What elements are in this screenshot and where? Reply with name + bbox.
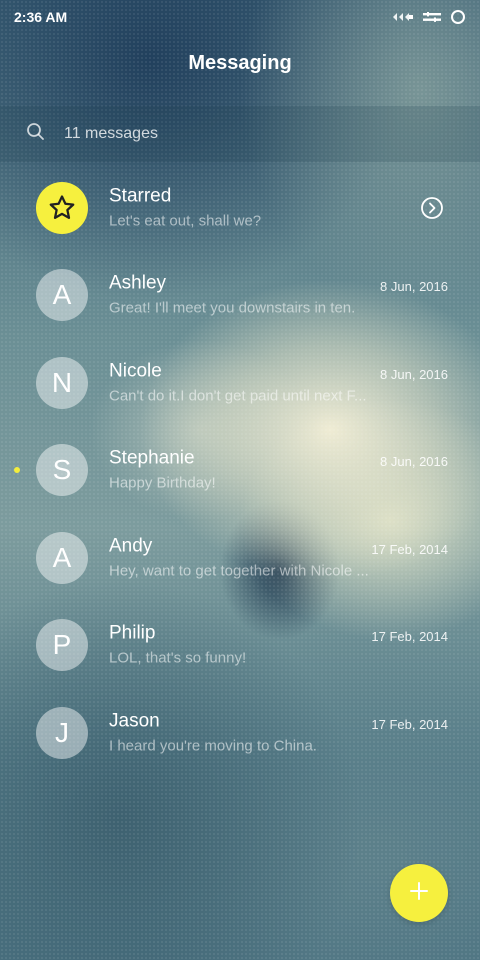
list-item-starred[interactable]: Starred Let's eat out, shall we? <box>0 164 480 252</box>
row-snippet: LOL, that's so funny! <box>109 649 247 667</box>
conversation-list: Starred Let's eat out, shall we? A Ashle… <box>0 164 480 777</box>
row-date: 8 Jun, 2016 <box>380 279 448 295</box>
avatar: P <box>36 619 88 672</box>
row-date: 17 Feb, 2014 <box>371 716 448 732</box>
list-item[interactable]: A Andy Hey, want to get together with Ni… <box>0 514 480 602</box>
list-item[interactable]: S Stephanie Happy Birthday! 8 Jun, 2016 <box>0 427 480 515</box>
new-message-button[interactable] <box>390 864 448 922</box>
star-icon <box>36 181 88 234</box>
search-bar[interactable]: 11 messages <box>0 106 480 162</box>
status-time: 2:36 AM <box>14 9 68 25</box>
unread-indicator <box>14 467 20 474</box>
page-title: Messaging <box>188 52 292 74</box>
avatar: N <box>36 356 88 409</box>
row-snippet: Let's eat out, shall we? <box>109 212 262 230</box>
list-item[interactable]: N Nicole Can't do it.I don't get paid un… <box>0 339 480 427</box>
status-icons <box>392 9 466 25</box>
avatar: S <box>36 444 88 497</box>
row-snippet: Great! I'll meet you downstairs in ten. <box>109 299 356 317</box>
avatar: A <box>36 531 88 584</box>
chevron-right-circle-icon[interactable] <box>420 196 444 225</box>
row-snippet: I heard you're moving to China. <box>109 737 317 755</box>
row-date: 17 Feb, 2014 <box>371 629 448 645</box>
row-snippet: Happy Birthday! <box>109 474 216 492</box>
row-date: 8 Jun, 2016 <box>380 454 448 470</box>
row-snippet: Can't do it.I don't get paid until next … <box>109 387 367 405</box>
wifi-icon <box>422 11 442 23</box>
search-icon[interactable] <box>26 122 46 147</box>
row-date: 17 Feb, 2014 <box>371 541 448 557</box>
signal-icon <box>392 11 414 23</box>
row-date: 8 Jun, 2016 <box>380 366 448 382</box>
row-snippet: Hey, want to get together with Nicole ..… <box>109 562 369 580</box>
row-text: Starred Let's eat out, shall we? <box>109 184 450 231</box>
plus-icon <box>408 880 430 907</box>
list-item[interactable]: A Ashley Great! I'll meet you downstairs… <box>0 252 480 340</box>
row-name: Starred <box>109 185 172 207</box>
status-bar: 2:36 AM <box>0 0 480 34</box>
list-item[interactable]: J Jason I heard you're moving to China. … <box>0 689 480 777</box>
avatar: J <box>36 706 88 759</box>
list-item[interactable]: P Philip LOL, that's so funny! 17 Feb, 2… <box>0 602 480 690</box>
avatar: A <box>36 269 88 322</box>
message-count: 11 messages <box>64 125 158 142</box>
battery-ring-icon <box>450 9 466 25</box>
